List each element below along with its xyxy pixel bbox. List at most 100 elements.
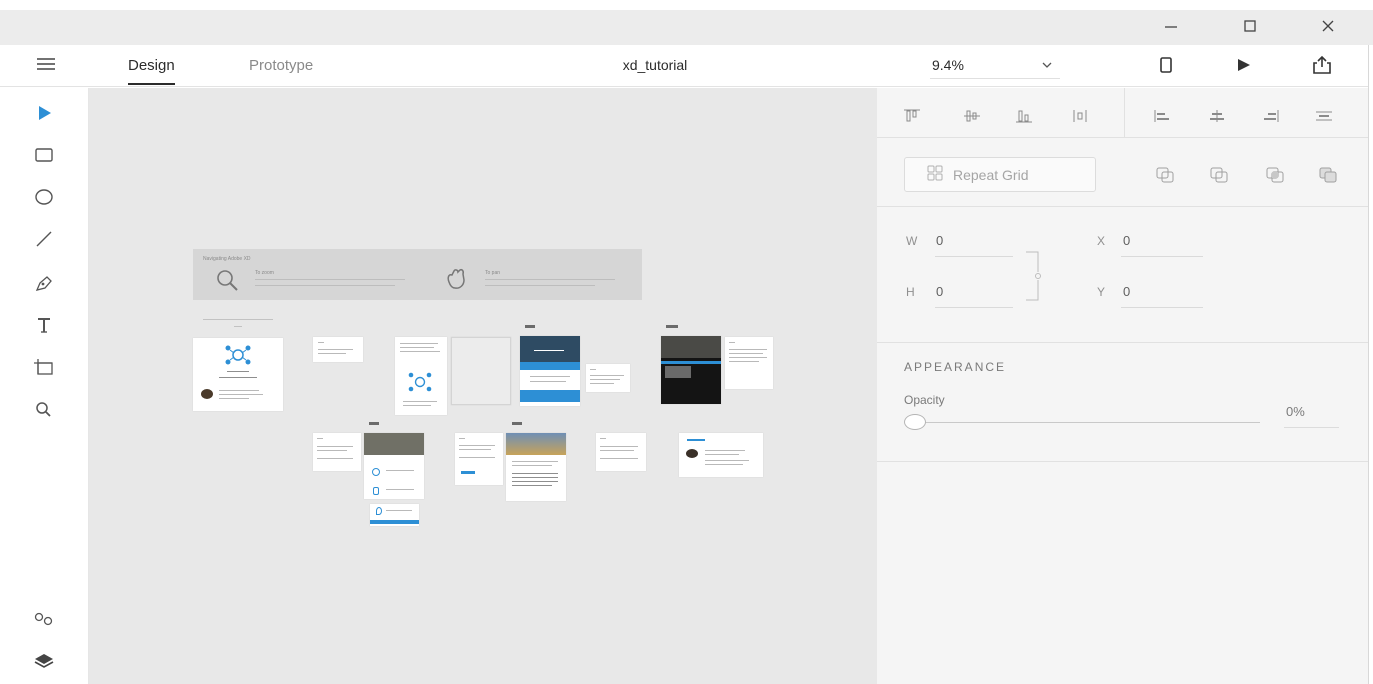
- pen-tool[interactable]: [30, 272, 58, 298]
- lock-aspect-icon[interactable]: [1024, 250, 1044, 307]
- artboard[interactable]: [395, 337, 447, 415]
- artboard[interactable]: [596, 433, 646, 471]
- align-center-icon[interactable]: [1206, 106, 1228, 126]
- artboard[interactable]: [193, 338, 283, 411]
- artboard-label: [369, 422, 379, 425]
- artboard[interactable]: [455, 433, 503, 485]
- artboard[interactable]: [586, 364, 630, 392]
- line-tool[interactable]: [30, 228, 58, 254]
- opacity-value[interactable]: 0%: [1286, 404, 1305, 419]
- artboard[interactable]: [661, 336, 721, 404]
- window-top-strip: [0, 0, 1373, 10]
- share-button[interactable]: [1309, 55, 1335, 79]
- artboard-text: [512, 465, 552, 466]
- distribute-vertical-icon[interactable]: [1069, 106, 1091, 126]
- artboard-text: [530, 381, 566, 382]
- minimize-icon: [1164, 19, 1178, 33]
- align-right-icon[interactable]: [1260, 106, 1282, 126]
- artboard-text: [600, 458, 638, 459]
- artboard-label: [666, 325, 678, 328]
- layers-button[interactable]: [30, 650, 58, 676]
- rectangle-tool[interactable]: [30, 144, 58, 170]
- opacity-slider-handle[interactable]: [904, 414, 926, 430]
- artboard[interactable]: [520, 336, 580, 406]
- artboard-text: [600, 450, 634, 451]
- artboard[interactable]: [313, 433, 361, 471]
- minimize-button[interactable]: [1157, 14, 1185, 38]
- repeat-grid-label: Repeat Grid: [953, 166, 1029, 183]
- opacity-slider-track[interactable]: [917, 422, 1260, 423]
- symbols-button[interactable]: [30, 608, 58, 634]
- union-icon[interactable]: [1153, 164, 1177, 186]
- artboard[interactable]: [370, 504, 419, 526]
- blue-link: [461, 471, 475, 474]
- width-field-underline: [935, 256, 1013, 257]
- blue-band: [520, 362, 580, 370]
- artboard-text: [705, 454, 739, 455]
- x-label: X: [1097, 234, 1106, 248]
- artboard[interactable]: [313, 337, 363, 362]
- window-scrollbar-edge: [1368, 45, 1373, 684]
- blue-footer: [520, 390, 580, 402]
- artboard[interactable]: [725, 337, 773, 389]
- artboard-text: [729, 357, 767, 358]
- network-graphic-icon: [407, 371, 433, 398]
- zoom-icon: [34, 400, 54, 423]
- artboard-text: [386, 510, 412, 511]
- zoom-dropdown[interactable]: 9.4%: [930, 55, 1060, 79]
- select-tool[interactable]: [30, 102, 58, 128]
- artboard-text: [400, 351, 440, 352]
- opacity-label: Opacity: [904, 393, 945, 407]
- banner-zoom-text: [255, 279, 405, 280]
- artboard[interactable]: [451, 337, 511, 405]
- ellipse-icon: [34, 188, 54, 211]
- hamburger-icon: [36, 56, 56, 77]
- exclude-icon[interactable]: [1316, 164, 1340, 186]
- text-tool[interactable]: [30, 314, 58, 340]
- x-input[interactable]: 0: [1123, 233, 1130, 248]
- artboard-text: [729, 342, 735, 343]
- height-label: H: [906, 285, 916, 299]
- align-divider: [1124, 88, 1125, 137]
- width-input[interactable]: 0: [936, 233, 943, 248]
- design-canvas[interactable]: Navigating Adobe XD To zoom To pan: [89, 88, 877, 684]
- subtract-icon[interactable]: [1207, 164, 1231, 186]
- artboard-text: [386, 470, 414, 471]
- artboard-text: [459, 457, 495, 458]
- artboard[interactable]: [506, 433, 566, 501]
- hero-image: [506, 433, 566, 455]
- intersect-icon[interactable]: [1263, 164, 1287, 186]
- repeat-grid-button[interactable]: Repeat Grid: [904, 157, 1096, 192]
- tab-design[interactable]: Design: [128, 55, 175, 85]
- y-input[interactable]: 0: [1123, 284, 1130, 299]
- artboard[interactable]: [364, 433, 424, 499]
- pen-icon: [34, 274, 54, 297]
- distribute-horizontal-icon[interactable]: [1313, 106, 1335, 126]
- maximize-button[interactable]: [1236, 14, 1264, 38]
- zoom-tool[interactable]: [30, 398, 58, 424]
- text-icon: [34, 316, 54, 339]
- artboard[interactable]: [679, 433, 763, 477]
- artboard-text: [590, 383, 614, 384]
- height-input[interactable]: 0: [936, 284, 943, 299]
- artboard-text: [318, 353, 346, 354]
- blue-band: [661, 361, 721, 364]
- align-bottom-icon[interactable]: [1013, 106, 1035, 126]
- align-middle-icon[interactable]: [961, 106, 983, 126]
- height-field-underline: [935, 307, 1013, 308]
- blue-heading: [687, 439, 705, 441]
- align-left-icon[interactable]: [1151, 106, 1173, 126]
- close-button[interactable]: [1314, 14, 1342, 38]
- user-icon: [373, 487, 379, 495]
- artboard-text: [512, 461, 558, 462]
- tab-prototype[interactable]: Prototype: [249, 55, 313, 85]
- y-label: Y: [1097, 285, 1106, 299]
- hamburger-menu-button[interactable]: [34, 55, 58, 77]
- device-preview-button[interactable]: [1153, 55, 1179, 79]
- artboard-tool[interactable]: [30, 356, 58, 382]
- blue-footer: [370, 520, 419, 524]
- ellipse-tool[interactable]: [30, 186, 58, 212]
- artboard-text: [590, 379, 620, 380]
- play-preview-button[interactable]: [1231, 55, 1257, 79]
- align-top-icon[interactable]: [901, 106, 923, 126]
